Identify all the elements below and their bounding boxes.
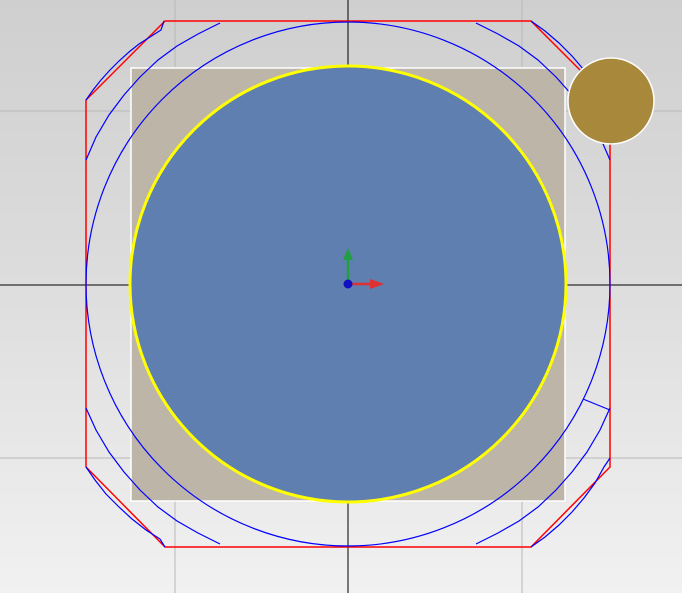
triad-origin-point — [343, 279, 353, 289]
cutting-tool-icon[interactable] — [567, 57, 655, 145]
tool-path-lead-line[interactable] — [582, 398, 611, 411]
cad-scene[interactable] — [0, 0, 682, 593]
graphics-viewport[interactable] — [0, 0, 682, 593]
